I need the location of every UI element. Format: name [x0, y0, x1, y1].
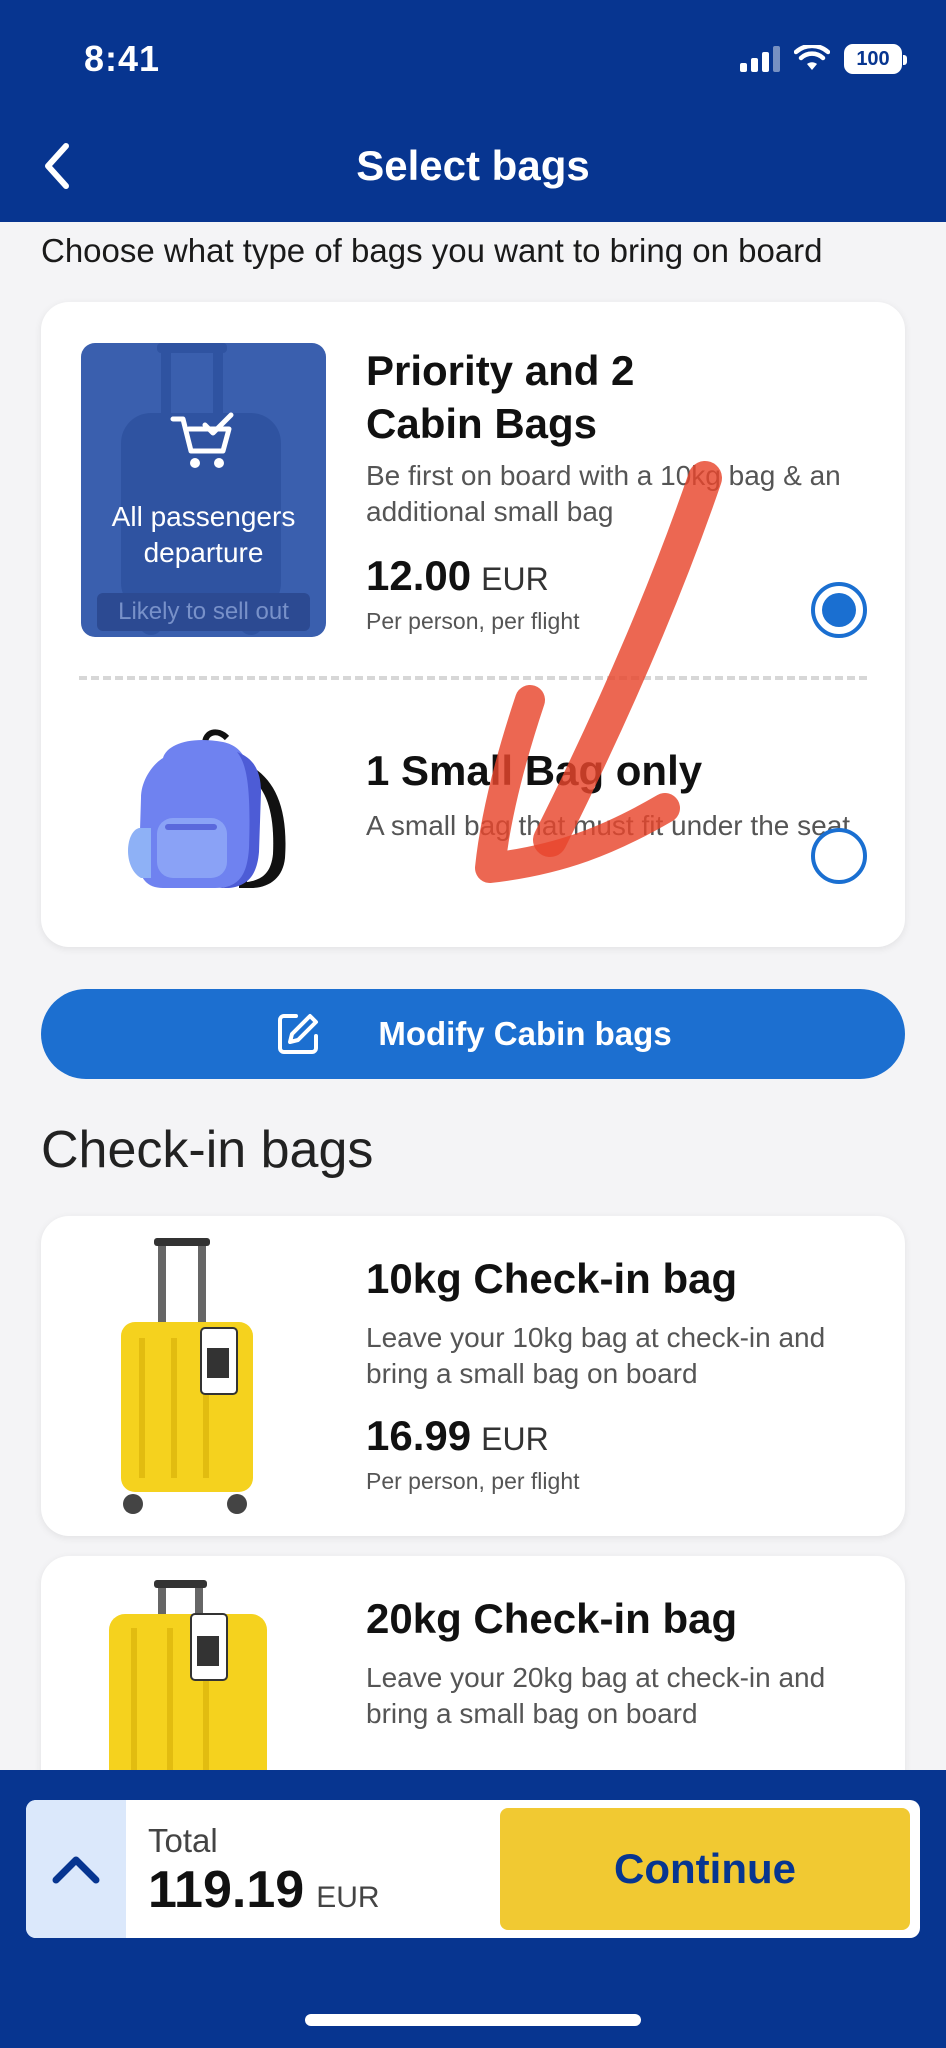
total-currency: EUR	[316, 1881, 380, 1914]
promo-text: All passengers departure	[81, 499, 326, 571]
cart-check-icon	[170, 412, 234, 468]
options-divider	[79, 676, 867, 680]
priority-price: 12.00 EUR	[366, 552, 549, 600]
total-label: Total	[148, 1822, 218, 1859]
wifi-icon	[794, 45, 830, 70]
checkin-10kg-price-currency: EUR	[481, 1421, 549, 1457]
priority-title-line2: Cabin Bags	[366, 400, 598, 447]
edit-icon	[278, 1014, 319, 1054]
status-time: 8:41	[84, 38, 161, 79]
priority-option-title[interactable]: Priority and 2 Cabin Bags	[366, 344, 634, 450]
checkin-10kg-title: 10kg Check-in bag	[366, 1255, 738, 1302]
app-header: 8:41 100 Select bags	[0, 0, 946, 222]
cellular-signal-icon	[740, 46, 780, 72]
total-panel: Total 119.19 EUR Continue	[26, 1800, 920, 1938]
chevron-up-icon	[52, 1856, 100, 1884]
priority-promo-image: All passengers departure Likely to sell …	[81, 343, 326, 637]
priority-radio-selected[interactable]	[811, 582, 867, 638]
total-value: 119.19	[148, 1861, 305, 1919]
page-subtitle: Choose what type of bags you want to bri…	[41, 232, 823, 269]
backpack-icon	[128, 729, 286, 888]
small-bag-radio-unselected[interactable]	[811, 828, 867, 884]
modify-cabin-bags-label: Modify Cabin bags	[378, 1015, 672, 1052]
continue-button[interactable]: Continue	[500, 1808, 910, 1930]
checkin-section-title: Check-in bags	[41, 1121, 374, 1179]
promo-text-line1: All passengers	[111, 501, 296, 532]
checkin-10kg-card[interactable]: 10kg Check-in bag Leave your 10kg bag at…	[41, 1216, 905, 1536]
battery-icon: 100	[844, 44, 907, 74]
home-indicator	[305, 2014, 641, 2026]
checkin-10kg-description: Leave your 10kg bag at check-in and brin…	[366, 1322, 826, 1389]
modify-cabin-bags-button[interactable]: Modify Cabin bags	[41, 989, 905, 1079]
priority-title-line1: Priority and 2	[366, 347, 635, 394]
yellow-suitcase-icon	[121, 1238, 253, 1514]
checkin-10kg-per-person: Per person, per flight	[366, 1468, 580, 1494]
small-bag-option-description: A small bag that must fit under the seat	[366, 810, 851, 841]
expand-total-button[interactable]	[26, 1800, 126, 1938]
yellow-suitcase-large-icon	[109, 1580, 267, 1790]
promo-text-line2: departure	[143, 537, 264, 568]
checkin-10kg-price-value: 16.99	[366, 1412, 472, 1459]
priority-per-person: Per person, per flight	[366, 608, 580, 634]
status-icons: 100	[740, 42, 907, 76]
checkin-20kg-description: Leave your 20kg bag at check-in and brin…	[366, 1662, 826, 1729]
checkin-20kg-title: 20kg Check-in bag	[366, 1595, 738, 1642]
likely-to-sell-out-badge: Likely to sell out	[97, 593, 310, 631]
cabin-bags-card: All passengers departure Likely to sell …	[41, 302, 905, 947]
total-amount: 119.19 EUR	[148, 1860, 380, 1920]
priority-price-currency: EUR	[481, 561, 549, 597]
small-bag-option-title[interactable]: 1 Small Bag only	[366, 744, 702, 797]
page-title: Select bags	[356, 142, 590, 189]
checkin-10kg-price: 16.99 EUR	[366, 1412, 549, 1460]
priority-price-value: 12.00	[366, 552, 472, 599]
priority-option-description: Be first on board with a 10kg bag & an a…	[366, 460, 841, 527]
